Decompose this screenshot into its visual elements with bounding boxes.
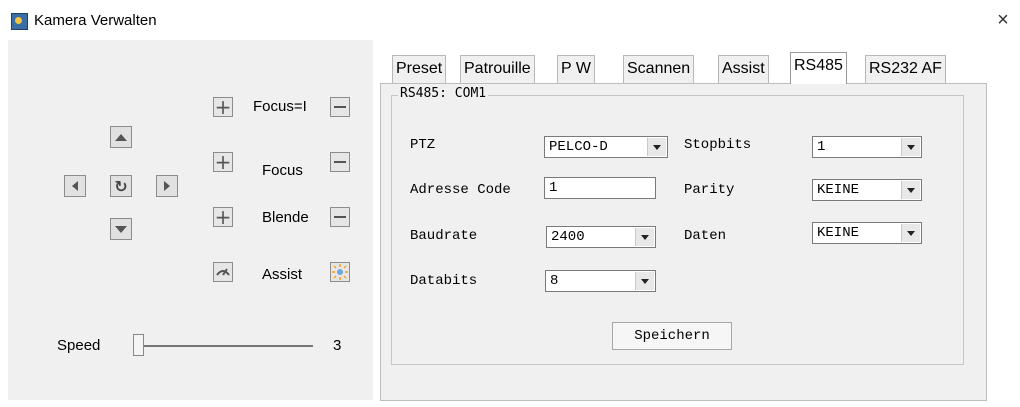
chevron-down-icon (901, 138, 920, 156)
databits-select[interactable]: 8 (545, 270, 656, 292)
stopbits-label: Stopbits (684, 137, 752, 153)
speed-value: 3 (333, 337, 342, 354)
tab-assist[interactable]: Assist (718, 55, 769, 83)
parity-label: Parity (684, 182, 735, 198)
daten-label: Daten (684, 228, 727, 244)
minus-icon (334, 161, 346, 163)
arrow-left-icon (72, 181, 78, 191)
close-icon[interactable]: × (992, 10, 1014, 32)
speed-slider-track[interactable] (138, 345, 313, 347)
plus-icon: + (214, 150, 232, 174)
arrow-right-icon (164, 181, 170, 191)
iris-label: Blende (262, 209, 309, 226)
minus-icon (334, 216, 346, 218)
baudrate-select[interactable]: 2400 (546, 226, 656, 248)
pan-down-button[interactable] (110, 218, 132, 240)
plus-icon: + (214, 95, 232, 119)
arrow-up-icon (115, 133, 127, 141)
focus-near-minus-button[interactable] (330, 97, 350, 117)
baudrate-value: 2400 (551, 229, 585, 245)
pan-up-button[interactable] (110, 126, 132, 148)
save-button[interactable]: Speichern (612, 322, 732, 350)
window-title: Kamera Verwalten (34, 12, 157, 29)
tab-rs232-af[interactable]: RS232 AF (865, 55, 946, 83)
pan-right-button[interactable] (156, 175, 178, 197)
focus-plus-button[interactable]: + (213, 152, 233, 172)
tab-preset[interactable]: Preset (392, 55, 447, 83)
stopbits-select[interactable]: 1 (812, 136, 922, 158)
databits-value: 8 (550, 273, 559, 289)
ptz-label: PTZ (410, 137, 436, 153)
tab-scannen[interactable]: Scannen (623, 55, 695, 83)
daten-select[interactable]: KEINE (812, 222, 922, 244)
minus-icon (334, 106, 346, 108)
focus-near-label: Focus=I (253, 98, 307, 115)
chevron-down-icon (635, 228, 654, 246)
assist-label: Assist (262, 266, 303, 283)
focus-label: Focus (262, 162, 303, 179)
stopbits-value: 1 (817, 139, 826, 155)
ptz-protocol-select[interactable]: PELCO-D (544, 136, 668, 158)
reload-icon: ↻ (114, 176, 128, 196)
chevron-down-icon (901, 224, 920, 242)
tab-patrouille[interactable]: Patrouille (460, 55, 535, 83)
chevron-down-icon (635, 272, 654, 290)
daten-value: KEINE (817, 225, 860, 241)
ptz-protocol-value: PELCO-D (549, 139, 608, 155)
arrow-down-icon (115, 225, 127, 233)
app-icon (11, 13, 28, 30)
speed-label: Speed (57, 337, 101, 354)
baudrate-label: Baudrate (410, 228, 478, 244)
address-code-input[interactable]: 1 (544, 177, 656, 199)
wiper-button[interactable] (213, 262, 233, 282)
parity-value: KEINE (817, 182, 860, 198)
wiper-icon (216, 268, 230, 276)
address-code-label: Adresse Code (410, 182, 511, 198)
chevron-down-icon (901, 181, 920, 199)
databits-label: Databits (410, 273, 478, 289)
plus-icon: + (214, 205, 232, 229)
speed-slider-thumb[interactable] (133, 334, 144, 356)
iris-plus-button[interactable]: + (213, 207, 233, 227)
chevron-down-icon (647, 138, 666, 156)
focus-near-plus-button[interactable]: + (213, 97, 233, 117)
iris-minus-button[interactable] (330, 207, 350, 227)
groupbox-title: RS485: COM1 (398, 86, 489, 101)
focus-minus-button[interactable] (330, 152, 350, 172)
light-icon (332, 264, 348, 280)
light-button[interactable] (330, 262, 350, 282)
parity-select[interactable]: KEINE (812, 179, 922, 201)
pan-left-button[interactable] (64, 175, 86, 197)
tab-pw[interactable]: P W (557, 55, 595, 83)
reset-button[interactable]: ↻ (110, 175, 132, 197)
tab-rs485[interactable]: RS485 (790, 52, 847, 84)
